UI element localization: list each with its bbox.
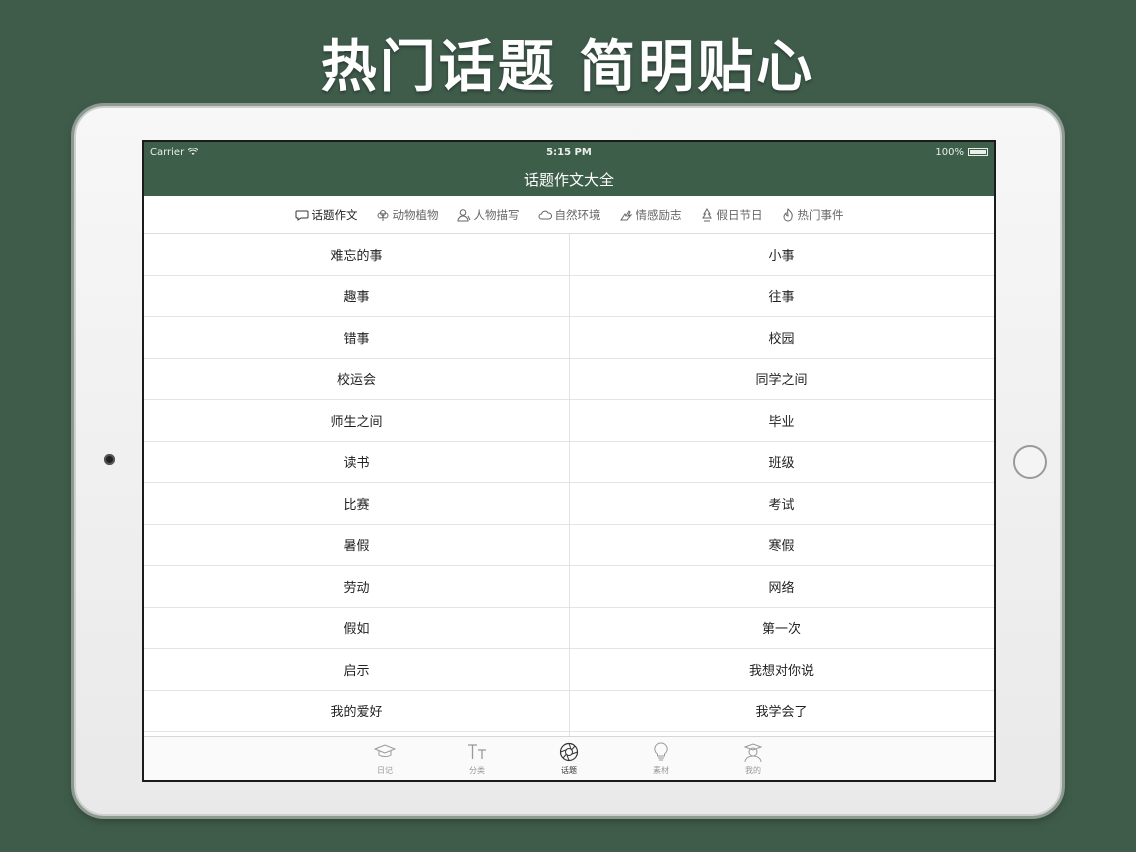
tab-label: 自然环境 [554,207,601,222]
nav-bar: 话题作文大全 [144,162,994,196]
hand-icon [619,209,632,220]
topic-item[interactable]: 我想对你说 [569,649,994,690]
flower-icon [377,209,388,221]
topic-item[interactable]: 劳动 [144,566,569,607]
status-time: 5:15 PM [546,146,592,158]
cloud-icon [538,210,552,219]
category-tabs: 话题作文 动物植物 人物描写 自然环境 情感励志 假日节日 热门事件 [144,196,994,234]
topic-item[interactable]: 读书 [144,442,569,483]
tabbar-material[interactable]: 素材 [638,741,684,780]
topic-item[interactable]: 错事 [144,317,569,358]
topic-item[interactable]: 难忘的事 [144,234,569,275]
tabbar-topic[interactable]: 话题 [546,741,592,780]
topic-item[interactable]: 我的爱好 [144,691,569,732]
tab-bar: 日记 分类 话题 素材 我的 [144,736,994,780]
person-icon [456,208,470,221]
app-screen: Carrier 5:15 PM 100% 话题作文大全 话题作文 动物植物 人物… [142,140,996,782]
flame-icon [782,207,793,221]
topic-row: 校运会 同学之间 [144,359,994,400]
topic-grid: 难忘的事 小事 趣事 往事 错事 校园 校运会 同学之间 师生之间 毕业 读书 班级 比赛 考试 暑假 寒假劳… [144,234,994,740]
tab-hot-events[interactable]: 热门事件 [781,207,844,223]
tab-label: 动物植物 [392,207,439,222]
topic-item[interactable]: 比赛 [144,483,569,524]
topic-item[interactable]: 毕业 [569,400,994,441]
topic-row: 假如 第一次 [144,608,994,649]
camera [104,454,115,465]
topic-item[interactable]: 往事 [569,276,994,317]
wifi-icon [188,148,199,155]
tree-icon [701,207,712,221]
topic-row: 趣事 往事 [144,276,994,317]
battery-percent: 100% [935,146,964,158]
topic-item[interactable]: 同学之间 [569,359,994,400]
topic-row: 难忘的事 小事 [144,234,994,276]
topic-item[interactable]: 班级 [569,442,994,483]
topic-row: 启示 我想对你说 [144,649,994,691]
tab-holidays[interactable]: 假日节日 [700,207,763,223]
promo-headline: 热门话题 简明贴心 [320,35,816,100]
tab-label: 情感励志 [635,207,682,222]
topic-item[interactable]: 网络 [569,566,994,607]
topic-item[interactable]: 我学会了 [569,691,994,732]
graduation-cap-icon [374,744,396,757]
tab-label: 假日节日 [716,207,763,222]
home-button[interactable] [1013,445,1047,479]
page-title: 话题作文大全 [523,170,614,189]
topic-item[interactable]: 假如 [144,608,569,649]
aperture-icon [559,742,579,762]
topic-item[interactable]: 考试 [569,483,994,524]
user-cap-icon [743,743,763,763]
tab-emotion[interactable]: 情感励志 [619,207,682,223]
topic-item[interactable]: 寒假 [569,525,994,566]
topic-item[interactable]: 小事 [569,234,994,275]
tab-animals-plants[interactable]: 动物植物 [376,207,439,223]
topic-item[interactable]: 暑假 [144,525,569,566]
topic-row: 错事 校园 [144,317,994,359]
tab-people[interactable]: 人物描写 [456,207,520,223]
tab-label: 人物描写 [473,207,520,222]
topic-item[interactable]: 第一次 [569,608,994,649]
topic-row: 比赛 考试 [144,483,994,525]
tab-label: 话题作文 [311,207,358,222]
speech-bubble-icon [295,210,308,221]
tab-label: 热门事件 [797,207,844,222]
ipad-frame: Carrier 5:15 PM 100% 话题作文大全 话题作文 动物植物 人物… [74,106,1062,816]
topic-row: 我的爱好 我学会了 [144,691,994,732]
tabbar-diary[interactable]: 日记 [362,741,408,780]
topic-row: 读书 班级 [144,442,994,483]
topic-row: 暑假 寒假 [144,525,994,566]
topic-item[interactable]: 趣事 [144,276,569,317]
topic-item[interactable]: 启示 [144,649,569,690]
carrier-label: Carrier [150,146,185,158]
lightbulb-icon [654,742,668,761]
topic-row: 劳动 网络 [144,566,994,608]
status-bar: Carrier 5:15 PM 100% [144,142,994,162]
tab-nature[interactable]: 自然环境 [538,207,601,223]
topic-item[interactable]: 校园 [569,317,994,358]
tabbar-mine[interactable]: 我的 [730,741,776,780]
tabbar-category[interactable]: 分类 [454,741,500,780]
topic-item[interactable]: 校运会 [144,359,569,400]
battery-icon [968,148,988,156]
tab-topic-essay[interactable]: 话题作文 [295,207,358,223]
text-size-icon [468,744,486,759]
topic-row: 师生之间 毕业 [144,400,994,442]
topic-item[interactable]: 师生之间 [144,400,569,441]
